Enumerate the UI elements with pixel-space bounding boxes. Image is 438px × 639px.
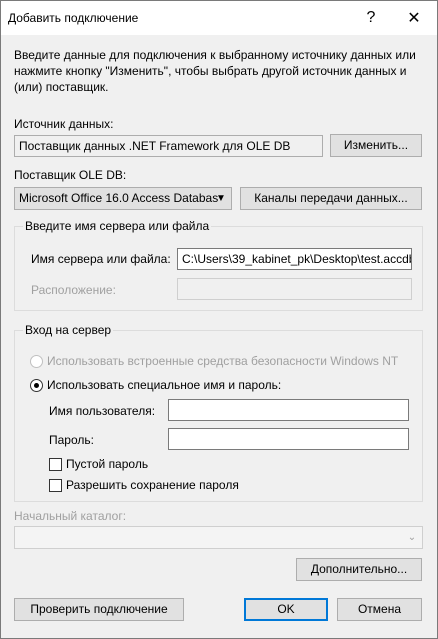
password-label: Пароль:: [49, 433, 94, 447]
location-label: Расположение:: [31, 283, 116, 297]
radio-specific-credentials[interactable]: [30, 379, 43, 392]
initial-catalog-select[interactable]: ⌄: [14, 526, 423, 549]
oledb-provider-value: Microsoft Office 16.0 Access Databas: [19, 191, 219, 205]
ok-button[interactable]: OK: [244, 598, 328, 621]
title-bar: Добавить подключение ? ✕: [1, 1, 437, 35]
oledb-provider-select[interactable]: Microsoft Office 16.0 Access Databas ▼: [14, 187, 232, 210]
blank-password-checkbox[interactable]: [49, 458, 62, 471]
initial-catalog-label: Начальный каталог:: [14, 509, 127, 523]
chevron-down-icon: ▼: [216, 193, 226, 204]
radio-specific-credentials-label: Использовать специальное имя и пароль:: [47, 378, 282, 392]
test-connection-button[interactable]: Проверить подключение: [14, 598, 184, 621]
data-source-label: Источник данных:: [14, 117, 114, 131]
username-input[interactable]: [168, 399, 409, 421]
server-name-input[interactable]: C:\Users\39_kabinet_pk\Desktop\test.accd…: [177, 248, 412, 270]
server-group-title: Введите имя сервера или файла: [23, 219, 212, 233]
server-name-label: Имя сервера или файла:: [31, 252, 171, 266]
radio-selected-dot: [34, 383, 39, 388]
allow-saving-password-label: Разрешить сохранение пароля: [66, 478, 239, 492]
radio-windows-nt[interactable]: [30, 355, 43, 368]
window-title: Добавить подключение: [8, 11, 139, 25]
logon-group-title: Вход на сервер: [23, 323, 114, 337]
allow-saving-password-checkbox[interactable]: [49, 479, 62, 492]
oledb-provider-label: Поставщик OLE DB:: [14, 168, 127, 182]
radio-windows-nt-label: Использовать встроенные средства безопас…: [47, 354, 399, 368]
blank-password-label: Пустой пароль: [66, 457, 149, 471]
cancel-button[interactable]: Отмена: [337, 598, 422, 621]
chevron-down-icon: ⌄: [407, 532, 417, 543]
username-label: Имя пользователя:: [49, 404, 156, 418]
advanced-button[interactable]: Дополнительно...: [296, 558, 422, 581]
location-input[interactable]: [177, 278, 412, 300]
close-icon[interactable]: ✕: [394, 1, 434, 35]
add-connection-dialog: Добавить подключение ? ✕ Введите данные …: [0, 0, 438, 639]
help-icon[interactable]: ?: [351, 1, 391, 35]
intro-text: Введите данные для подключения к выбранн…: [14, 48, 416, 94]
change-button[interactable]: Изменить...: [330, 134, 422, 157]
password-input[interactable]: [168, 428, 409, 450]
data-links-button[interactable]: Каналы передачи данных...: [240, 187, 422, 210]
data-source-field: Поставщик данных .NET Framework для OLE …: [14, 135, 323, 157]
